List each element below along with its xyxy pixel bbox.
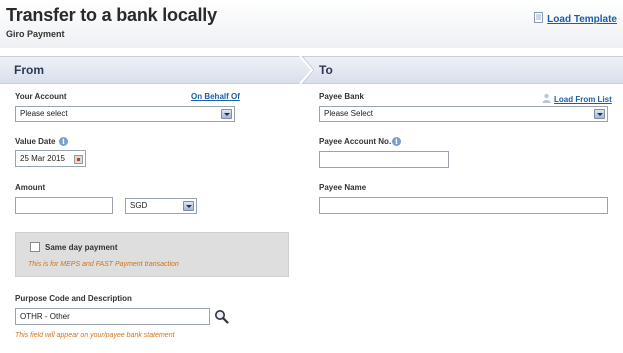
- payee-name-input[interactable]: [319, 197, 608, 214]
- currency-select[interactable]: SGD: [125, 198, 197, 214]
- load-from-list-label: Load From List: [554, 94, 612, 104]
- search-icon[interactable]: [214, 309, 229, 329]
- amount-label: Amount: [15, 183, 46, 192]
- section-from-title: From: [14, 63, 44, 77]
- payee-account-input[interactable]: [319, 151, 449, 168]
- section-to-title: To: [319, 63, 333, 77]
- payee-account-label: Payee Account No.: [319, 137, 392, 146]
- payee-name-label: Payee Name: [319, 183, 367, 192]
- purpose-label: Purpose Code and Description: [15, 294, 132, 303]
- on-behalf-of-link[interactable]: On Behalf Of: [191, 92, 240, 101]
- load-template-link[interactable]: Load Template: [534, 10, 617, 28]
- currency-selected: SGD: [130, 201, 148, 210]
- same-day-note: This is for MEPS and FAST Payment transa…: [28, 261, 179, 268]
- same-day-panel: Same day payment This is for MEPS and FA…: [15, 232, 289, 277]
- your-account-selected: Please select: [20, 109, 68, 118]
- page-header: Transfer to a bank locally Giro Payment …: [0, 0, 623, 48]
- info-icon: i: [59, 137, 68, 146]
- section-divider-chevron: [299, 56, 314, 84]
- payee-bank-select[interactable]: Please Select: [319, 106, 608, 122]
- same-day-checkbox[interactable]: [30, 242, 40, 252]
- chevron-down-icon: [183, 201, 194, 211]
- your-account-label: Your Account: [15, 92, 67, 101]
- payee-bank-label: Payee Bank: [319, 92, 364, 101]
- value-date-label: Value Date: [15, 137, 56, 146]
- document-icon: [534, 10, 544, 28]
- page-subtitle: Giro Payment: [6, 29, 65, 39]
- chevron-down-icon: [221, 109, 232, 119]
- page-title: Transfer to a bank locally: [6, 5, 217, 25]
- info-icon: i: [392, 137, 401, 146]
- amount-input[interactable]: [15, 197, 113, 214]
- load-template-label: Load Template: [547, 13, 617, 25]
- your-account-select[interactable]: Please select: [15, 106, 235, 122]
- purpose-note: This field will appear on your/payee ban…: [15, 332, 175, 339]
- calendar-icon[interactable]: [74, 155, 83, 164]
- value-date-value: 25 Mar 2015: [20, 154, 65, 163]
- purpose-input[interactable]: OTHR - Other: [15, 308, 210, 325]
- purpose-value: OTHR - Other: [20, 312, 70, 321]
- same-day-label: Same day payment: [45, 243, 118, 252]
- chevron-down-icon: [594, 109, 605, 119]
- payee-bank-selected: Please Select: [324, 109, 373, 118]
